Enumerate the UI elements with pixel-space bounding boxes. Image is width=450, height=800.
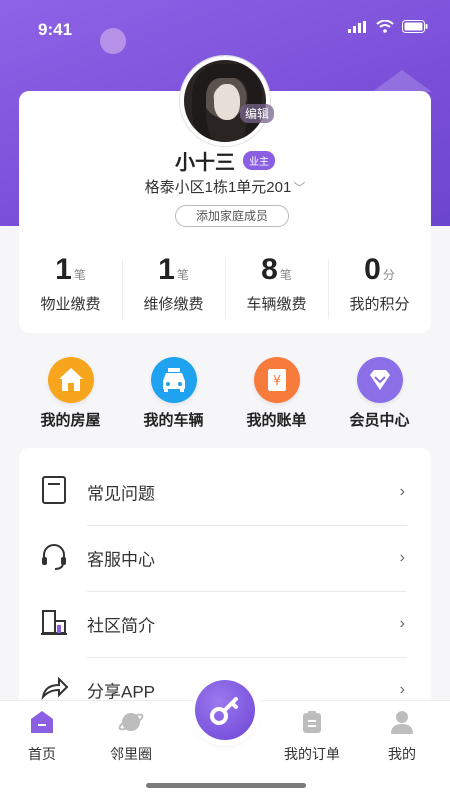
address-text: 格泰小区1栋1单元201 bbox=[144, 179, 292, 196]
stat-points[interactable]: 0分 我的积分 bbox=[328, 253, 431, 325]
wifi-icon bbox=[376, 20, 394, 33]
tab-mine[interactable]: 我的 bbox=[362, 709, 442, 764]
stat-repair-fee[interactable]: 1笔 维修缴费 bbox=[122, 253, 225, 325]
center-action-button[interactable] bbox=[195, 680, 255, 740]
house-icon bbox=[47, 357, 94, 403]
quick-actions: 我的房屋 我的车辆 ¥ 我的账单 会员中心 bbox=[19, 357, 431, 435]
quick-my-house[interactable]: 我的房屋 bbox=[19, 357, 122, 435]
document-icon bbox=[42, 476, 66, 504]
status-time: 9:41 bbox=[38, 20, 73, 39]
key-icon bbox=[210, 697, 238, 725]
planet-icon bbox=[118, 713, 144, 731]
chevron-down-icon: ﹀ bbox=[293, 181, 306, 195]
chevron-right-icon: › bbox=[399, 483, 405, 500]
user-icon bbox=[391, 711, 413, 734]
menu-item-customer-service[interactable]: 客服中心 › bbox=[19, 526, 431, 592]
battery-icon bbox=[402, 20, 428, 33]
stat-property-fee[interactable]: 1笔 物业缴费 bbox=[19, 253, 122, 325]
tab-my-orders[interactable]: 我的订单 bbox=[272, 709, 352, 764]
home-tab-icon bbox=[31, 711, 53, 733]
bill-icon: ¥ bbox=[253, 357, 300, 403]
car-icon bbox=[150, 357, 197, 403]
signal-icon bbox=[348, 20, 366, 33]
avatar[interactable] bbox=[180, 56, 270, 146]
chevron-right-icon: › bbox=[399, 549, 405, 566]
menu-item-faq[interactable]: 常见问题 › bbox=[19, 460, 431, 526]
edit-avatar-button[interactable]: 编辑 bbox=[240, 104, 275, 123]
tab-neighborhood[interactable]: 邻里圈 bbox=[91, 709, 171, 764]
tab-home[interactable]: 首页 bbox=[2, 709, 82, 764]
address-selector[interactable]: 格泰小区1栋1单元201 ﹀ bbox=[0, 176, 450, 197]
status-bar: 9:41 bbox=[0, 0, 450, 56]
order-icon bbox=[303, 711, 321, 733]
share-icon bbox=[41, 676, 69, 701]
stats-row: 1笔 物业缴费 1笔 维修缴费 8笔 车辆缴费 0分 我的积分 bbox=[19, 253, 431, 325]
menu-item-community-intro[interactable]: 社区简介 › bbox=[19, 592, 431, 658]
quick-my-bill[interactable]: ¥ 我的账单 bbox=[225, 357, 328, 435]
user-name: 小十三 bbox=[175, 152, 235, 174]
owner-badge: 业主 bbox=[243, 151, 275, 170]
svg-text:¥: ¥ bbox=[272, 374, 280, 389]
quick-member-center[interactable]: 会员中心 bbox=[328, 357, 431, 435]
quick-my-vehicle[interactable]: 我的车辆 bbox=[122, 357, 225, 435]
stat-vehicle-fee[interactable]: 8笔 车辆缴费 bbox=[225, 253, 328, 325]
building-icon bbox=[41, 610, 67, 635]
headset-icon bbox=[42, 544, 66, 570]
add-family-member-button[interactable]: 添加家庭成员 bbox=[175, 205, 289, 227]
chevron-right-icon: › bbox=[399, 615, 405, 632]
diamond-icon bbox=[356, 357, 403, 403]
home-indicator bbox=[146, 783, 306, 788]
chevron-right-icon: › bbox=[399, 681, 405, 698]
